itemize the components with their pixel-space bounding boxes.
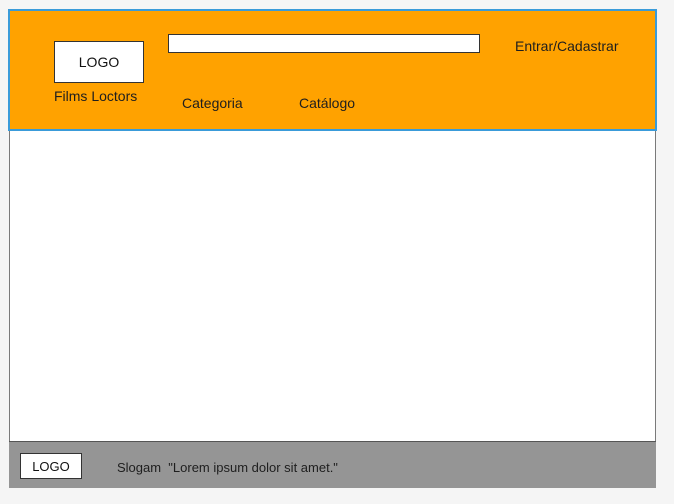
- footer: LOGO Slogam "Lorem ipsum dolor sit amet.…: [9, 441, 656, 488]
- search-input[interactable]: [168, 34, 480, 53]
- nav-categoria-link[interactable]: Categoria: [182, 95, 243, 111]
- brand-name: Films Loctors: [54, 88, 138, 104]
- footer-logo-text: LOGO: [32, 458, 70, 474]
- header-logo[interactable]: LOGO: [54, 41, 144, 83]
- footer-logo[interactable]: LOGO: [20, 453, 82, 479]
- header: LOGO Films Loctors Entrar/Cadastrar Cate…: [8, 9, 657, 131]
- nav-catalogo-link[interactable]: Catálogo: [299, 95, 355, 111]
- footer-slogan: Slogam "Lorem ipsum dolor sit amet.": [117, 460, 338, 475]
- login-register-link[interactable]: Entrar/Cadastrar: [515, 38, 618, 54]
- header-logo-text: LOGO: [78, 54, 120, 70]
